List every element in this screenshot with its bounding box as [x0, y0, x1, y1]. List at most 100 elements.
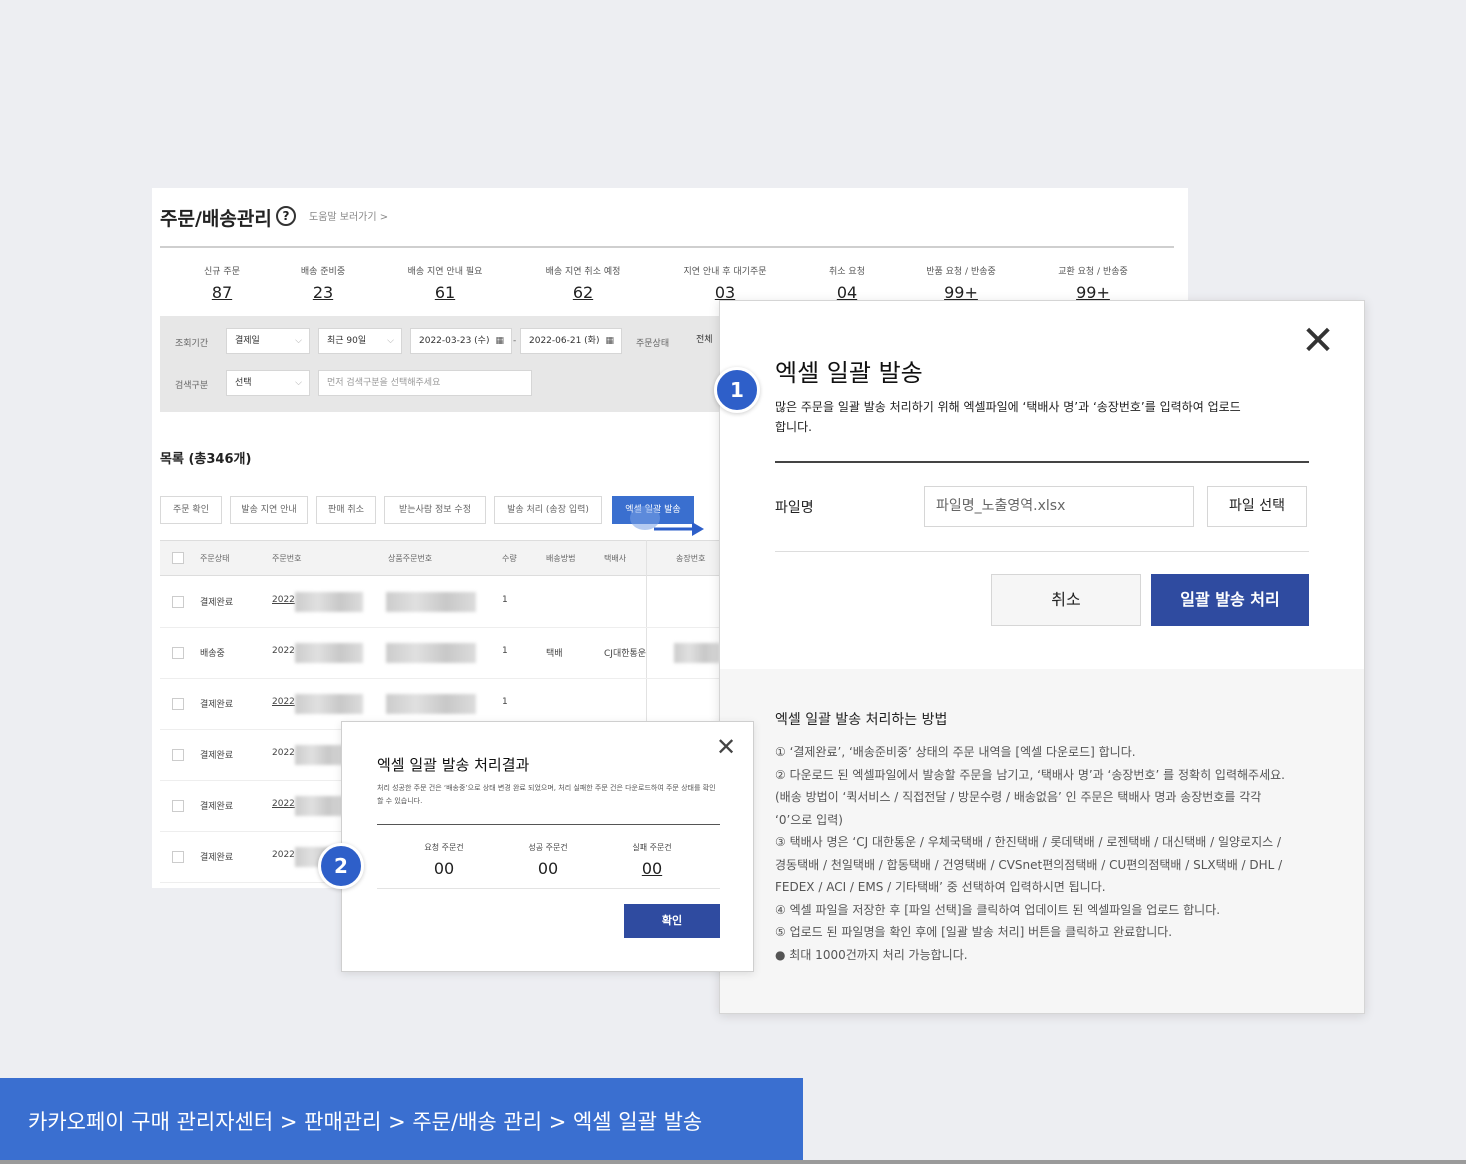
divider — [160, 246, 1174, 248]
delivery-method: 택배 — [546, 649, 563, 659]
count-value: 00 — [537, 859, 559, 878]
confirm-order-button[interactable]: 주문 확인 — [160, 496, 222, 524]
courier: CJ대한통운 — [604, 649, 647, 659]
period-label: 조회기간 — [175, 339, 209, 349]
breadcrumb: 카카오페이 구매 관리자센터 > 판매관리 > 주문/배송 관리 > 엑셀 일괄… — [28, 1110, 703, 1134]
stat-count[interactable]: 62 — [513, 283, 653, 302]
row-checkbox[interactable] — [172, 749, 184, 761]
stat-count[interactable]: 61 — [375, 283, 515, 302]
chevron-down-icon: ⌵ — [295, 378, 302, 388]
stat-preparing[interactable]: 배송 준비중 23 — [253, 264, 393, 302]
bulk-shipping-modal: ✕ 엑셀 일괄 발송 많은 주문을 일괄 발송 처리하기 위해 엑셀파일에 ‘택… — [719, 300, 1365, 1014]
masked-value — [295, 643, 363, 663]
row-checkbox[interactable] — [172, 698, 184, 710]
order-status: 결제완료 — [200, 598, 234, 608]
stat-waiting[interactable]: 지연 안내 후 대기주문 03 — [655, 264, 795, 302]
help-step: ● 최대 1000건까지 처리 가능합니다. — [775, 947, 968, 962]
question-circle-icon[interactable]: ? — [276, 206, 296, 226]
help-step: ① ‘결제완료’, ‘배송준비중’ 상태의 주문 내역을 [엑셀 다운로드] 합… — [775, 745, 1136, 759]
close-icon[interactable]: ✕ — [713, 734, 739, 760]
row-checkbox[interactable] — [172, 851, 184, 863]
date-to-input[interactable]: 2022-06-21 (화) ▦ — [520, 328, 622, 354]
cancel-sale-button[interactable]: 판매 취소 — [316, 496, 376, 524]
stat-exchange-request[interactable]: 교환 요청 / 반송중 99+ — [1023, 264, 1163, 302]
quantity: 1 — [502, 697, 508, 707]
help-step: ⑤ 업로드 된 파일명을 확인 후에 [일괄 발송 처리] 버튼을 클릭하고 완… — [775, 925, 1173, 939]
masked-value — [295, 745, 345, 765]
column-header: 배송방법 — [546, 554, 576, 563]
search-input[interactable]: 먼저 검색구분을 선택해주세요 — [318, 370, 532, 396]
help-title: 엑셀 일괄 발송 처리하는 방법 — [775, 712, 948, 728]
masked-value — [386, 694, 476, 714]
result-modal: ✕ 엑셀 일괄 발송 처리결과 처리 성공한 주문 건은 ‘배송중’으로 상태 … — [341, 721, 754, 972]
divider — [0, 1160, 1466, 1164]
failed-download-link[interactable]: 00 — [602, 859, 702, 878]
divider — [377, 888, 720, 889]
calendar-icon[interactable]: ▦ — [605, 329, 614, 353]
date-from-input[interactable]: 2022-03-23 (수) ▦ — [410, 328, 512, 354]
masked-value — [295, 592, 363, 612]
range-select[interactable]: 최근 90일 ⌵ — [318, 328, 402, 354]
row-checkbox[interactable] — [172, 647, 184, 659]
bulk-ship-submit-button[interactable]: 일괄 발송 처리 — [1151, 574, 1309, 626]
column-header: 주문번호 — [272, 554, 302, 563]
stat-delay-cancel[interactable]: 배송 지연 취소 예정 62 — [513, 264, 653, 302]
divider — [775, 461, 1309, 463]
order-number[interactable]: 2022 — [272, 850, 295, 860]
breadcrumb-bar: 카카오페이 구매 관리자센터 > 판매관리 > 주문/배송 관리 > 엑셀 일괄… — [0, 1078, 803, 1162]
search-type-select[interactable]: 선택 ⌵ — [226, 370, 310, 396]
select-file-button[interactable]: 파일 선택 — [1207, 486, 1307, 527]
stat-label: 반품 요청 / 반송중 — [926, 267, 996, 277]
column-header: 택배사 — [604, 554, 627, 563]
count-label: 성공 주문건 — [528, 843, 568, 852]
help-step: ④ 엑셀 파일을 저장한 후 [파일 선택]을 클릭하여 업데이트 된 엑셀파일… — [775, 902, 1221, 917]
stat-label: 배송 지연 취소 예정 — [545, 267, 621, 277]
row-checkbox[interactable] — [172, 800, 184, 812]
order-number[interactable]: 2022 — [272, 646, 295, 656]
failed-count[interactable]: 실패 주문건 00 — [602, 842, 702, 878]
order-number[interactable]: 2022 — [272, 748, 295, 758]
order-status: 결제완료 — [200, 853, 234, 863]
select-all-checkbox[interactable] — [172, 552, 184, 564]
table-row[interactable]: 배송중 2022 1 택배 CJ대한통운 — [160, 628, 720, 679]
table-row[interactable]: 결제완료 2022 1 — [160, 577, 720, 628]
order-status: 배송중 — [200, 649, 225, 659]
help-step: ③ 택배사 명은 ‘CJ 대한통운 / 우체국택배 / 한진택배 / 롯데택배 … — [775, 835, 1283, 894]
step-badge: 2 — [318, 843, 364, 889]
help-step: ② 다운로드 된 엑셀파일에서 발송할 주문을 남기고, ‘택배사 명’과 ‘송… — [775, 767, 1285, 827]
cancel-button[interactable]: 취소 — [991, 574, 1141, 626]
delay-notice-button[interactable]: 발송 지연 안내 — [230, 496, 308, 524]
stat-label: 교환 요청 / 반송중 — [1058, 267, 1128, 277]
stat-label: 배송 준비중 — [300, 267, 346, 277]
calendar-icon[interactable]: ▦ — [495, 329, 504, 353]
order-number[interactable]: 2022 — [272, 799, 295, 809]
requested-count: 요청 주문건 00 — [394, 842, 494, 878]
close-icon[interactable]: ✕ — [1296, 319, 1340, 363]
help-steps: ① ‘결제완료’, ‘배송준비중’ 상태의 주문 내역을 [엑셀 다운로드] 합… — [775, 741, 1325, 966]
select-value: 전체 — [696, 335, 713, 345]
date-type-select[interactable]: 결제일 ⌵ — [226, 328, 310, 354]
status-label: 주문상태 — [636, 339, 670, 349]
order-number[interactable]: 2022 — [272, 697, 295, 707]
help-link[interactable]: 도움말 보러가기 > — [309, 208, 388, 223]
stat-count[interactable]: 23 — [253, 283, 393, 302]
step-badge: 1 — [714, 367, 760, 413]
select-value: 결제일 — [235, 336, 260, 346]
row-checkbox[interactable] — [172, 596, 184, 608]
list-title: 목록 (총346개) — [160, 452, 252, 467]
modal-description: 많은 주문을 일괄 발송 처리하기 위해 엑셀파일에 ‘택배사 명’과 ‘송장번… — [775, 400, 1241, 434]
stat-return-request[interactable]: 반품 요청 / 반송중 99+ — [891, 264, 1031, 302]
stat-label: 배송 지연 안내 필요 — [407, 267, 483, 277]
order-number[interactable]: 2022 — [272, 595, 295, 605]
edit-recipient-button[interactable]: 받는사람 정보 수정 — [384, 496, 486, 524]
order-status: 결제완료 — [200, 751, 234, 761]
page-title: 주문/배송관리 — [160, 208, 272, 230]
stat-delay-notice[interactable]: 배송 지연 안내 필요 61 — [375, 264, 515, 302]
masked-value — [386, 643, 476, 663]
quantity: 1 — [502, 595, 508, 605]
search-type-label: 검색구분 — [175, 381, 209, 391]
divider — [775, 551, 1309, 552]
ship-invoice-button[interactable]: 발송 처리 (송장 입력) — [494, 496, 602, 524]
confirm-button[interactable]: 확인 — [624, 904, 720, 938]
file-name-field[interactable]: 파일명_노출영역.xlsx — [924, 486, 1194, 527]
